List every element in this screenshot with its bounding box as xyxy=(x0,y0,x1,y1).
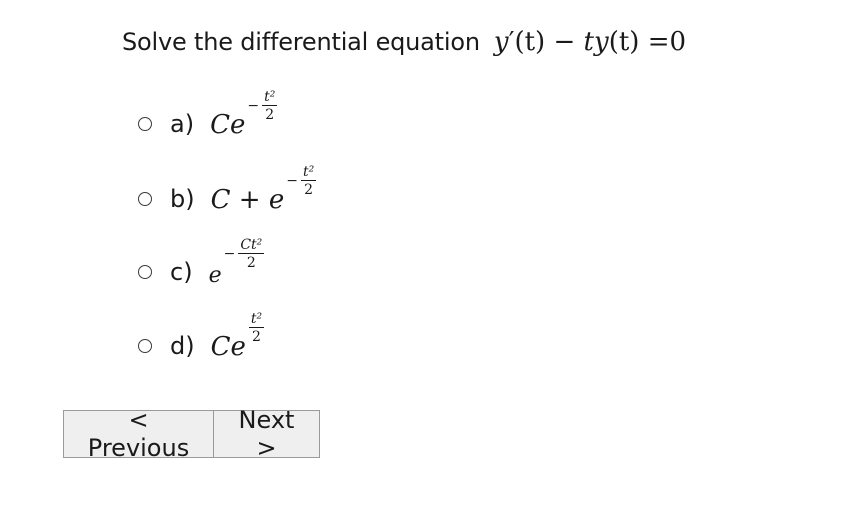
option-c-expression: e − Ct² 2 xyxy=(208,238,265,288)
option-d-label: d) xyxy=(170,332,195,360)
option-a-exponent: − t² 2 xyxy=(247,89,278,123)
option-c[interactable]: c) e − Ct² 2 xyxy=(138,238,265,288)
option-c-label: c) xyxy=(170,258,193,286)
eq-rhs: 0 xyxy=(669,27,687,57)
option-b-prefix: C + xyxy=(210,185,269,215)
question-equation: y′(t) − ty(t) =0 xyxy=(494,27,686,57)
option-b-exponent: − t² 2 xyxy=(286,164,317,198)
option-d-base: Ce xyxy=(210,332,246,362)
option-a-radio[interactable] xyxy=(138,117,152,131)
eq-function: y xyxy=(493,27,509,57)
option-c-exp-num: Ct² xyxy=(238,237,265,254)
option-c-fraction: Ct² 2 xyxy=(238,237,265,271)
eq-minus: − xyxy=(545,27,584,57)
previous-button[interactable]: < Previous xyxy=(63,406,214,462)
option-d-exp-den: 2 xyxy=(252,329,261,345)
option-d-expression: Ce t² 2 xyxy=(210,312,265,362)
eq-term: ty xyxy=(583,27,609,57)
option-c-exponent: − Ct² 2 xyxy=(224,238,265,270)
option-b[interactable]: b) C + e − t² 2 xyxy=(138,165,317,215)
eq-term-arg: (t) xyxy=(608,27,640,57)
option-b-exp-sign: − xyxy=(286,173,298,189)
option-c-radio[interactable] xyxy=(138,265,152,279)
option-d[interactable]: d) Ce t² 2 xyxy=(138,312,265,362)
eq-arg: (t) xyxy=(514,27,546,57)
option-a-fraction: t² 2 xyxy=(262,89,278,123)
option-a[interactable]: a) Ce − t² 2 xyxy=(138,90,278,140)
eq-equals: = xyxy=(639,27,670,57)
option-b-expression: C + e − t² 2 xyxy=(210,165,317,215)
option-a-exp-num: t² xyxy=(262,89,278,106)
option-a-expression: Ce − t² 2 xyxy=(210,90,278,140)
option-b-label: b) xyxy=(170,185,195,213)
option-c-base: e xyxy=(208,263,222,288)
option-a-base: Ce xyxy=(210,110,246,140)
question-navigation: < Previous Next > xyxy=(63,406,320,462)
option-c-exp-sign: − xyxy=(223,246,236,262)
option-d-radio[interactable] xyxy=(138,339,152,353)
option-b-fraction: t² 2 xyxy=(300,164,317,198)
option-a-label: a) xyxy=(170,110,195,138)
option-b-exp-num: t² xyxy=(300,164,317,181)
option-a-exp-sign: − xyxy=(247,98,260,114)
option-b-base: e xyxy=(268,185,285,215)
option-d-fraction: t² 2 xyxy=(248,311,265,345)
option-b-radio[interactable] xyxy=(138,192,152,206)
question-prompt: Solve the differential equation xyxy=(122,28,480,56)
option-d-exp-num: t² xyxy=(248,311,265,328)
option-b-exp-den: 2 xyxy=(304,182,314,198)
option-a-exp-den: 2 xyxy=(265,107,275,123)
option-c-exp-den: 2 xyxy=(246,255,256,271)
question: Solve the differential equation y′(t) − … xyxy=(122,22,686,62)
next-button[interactable]: Next > xyxy=(213,406,320,462)
option-d-exponent: t² 2 xyxy=(248,311,265,345)
